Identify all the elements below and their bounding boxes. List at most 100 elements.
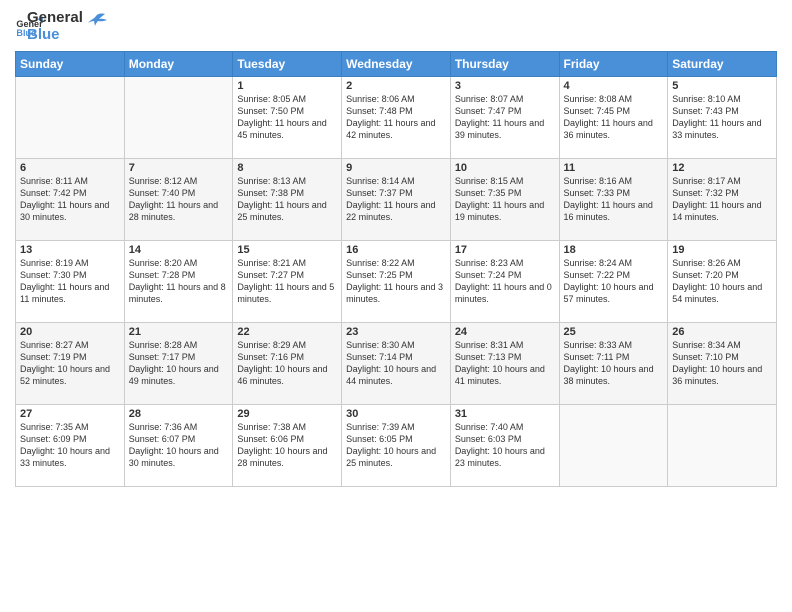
day-info: Sunrise: 8:13 AM Sunset: 7:38 PM Dayligh…	[237, 175, 337, 224]
calendar-cell: 23Sunrise: 8:30 AM Sunset: 7:14 PM Dayli…	[342, 323, 451, 405]
day-info: Sunrise: 8:08 AM Sunset: 7:45 PM Dayligh…	[564, 93, 664, 142]
day-number: 3	[455, 80, 555, 92]
day-number: 19	[672, 244, 772, 256]
day-number: 21	[129, 326, 229, 338]
day-number: 2	[346, 80, 446, 92]
day-info: Sunrise: 8:12 AM Sunset: 7:40 PM Dayligh…	[129, 175, 229, 224]
day-info: Sunrise: 8:24 AM Sunset: 7:22 PM Dayligh…	[564, 257, 664, 306]
logo-general: General	[27, 10, 83, 27]
day-info: Sunrise: 8:06 AM Sunset: 7:48 PM Dayligh…	[346, 93, 446, 142]
calendar-cell: 18Sunrise: 8:24 AM Sunset: 7:22 PM Dayli…	[559, 241, 668, 323]
calendar-cell: 4Sunrise: 8:08 AM Sunset: 7:45 PM Daylig…	[559, 77, 668, 159]
day-info: Sunrise: 8:23 AM Sunset: 7:24 PM Dayligh…	[455, 257, 555, 306]
calendar-week-1: 1Sunrise: 8:05 AM Sunset: 7:50 PM Daylig…	[16, 77, 777, 159]
calendar-cell: 9Sunrise: 8:14 AM Sunset: 7:37 PM Daylig…	[342, 159, 451, 241]
day-number: 8	[237, 162, 337, 174]
calendar-cell: 5Sunrise: 8:10 AM Sunset: 7:43 PM Daylig…	[668, 77, 777, 159]
day-number: 4	[564, 80, 664, 92]
calendar-table: SundayMondayTuesdayWednesdayThursdayFrid…	[15, 51, 777, 487]
weekday-header-sunday: Sunday	[16, 52, 125, 77]
calendar-cell: 14Sunrise: 8:20 AM Sunset: 7:28 PM Dayli…	[124, 241, 233, 323]
day-number: 28	[129, 408, 229, 420]
day-number: 5	[672, 80, 772, 92]
day-number: 11	[564, 162, 664, 174]
day-number: 14	[129, 244, 229, 256]
day-info: Sunrise: 8:07 AM Sunset: 7:47 PM Dayligh…	[455, 93, 555, 142]
day-number: 6	[20, 162, 120, 174]
weekday-header-friday: Friday	[559, 52, 668, 77]
day-number: 24	[455, 326, 555, 338]
day-info: Sunrise: 8:14 AM Sunset: 7:37 PM Dayligh…	[346, 175, 446, 224]
day-info: Sunrise: 8:17 AM Sunset: 7:32 PM Dayligh…	[672, 175, 772, 224]
calendar-cell: 2Sunrise: 8:06 AM Sunset: 7:48 PM Daylig…	[342, 77, 451, 159]
calendar-cell	[16, 77, 125, 159]
calendar-cell: 15Sunrise: 8:21 AM Sunset: 7:27 PM Dayli…	[233, 241, 342, 323]
weekday-header-monday: Monday	[124, 52, 233, 77]
day-number: 1	[237, 80, 337, 92]
calendar-cell: 8Sunrise: 8:13 AM Sunset: 7:38 PM Daylig…	[233, 159, 342, 241]
day-info: Sunrise: 8:26 AM Sunset: 7:20 PM Dayligh…	[672, 257, 772, 306]
day-number: 9	[346, 162, 446, 174]
day-number: 17	[455, 244, 555, 256]
calendar-cell	[668, 405, 777, 487]
day-number: 13	[20, 244, 120, 256]
day-info: Sunrise: 8:27 AM Sunset: 7:19 PM Dayligh…	[20, 339, 120, 388]
weekday-header-saturday: Saturday	[668, 52, 777, 77]
calendar-cell: 27Sunrise: 7:35 AM Sunset: 6:09 PM Dayli…	[16, 405, 125, 487]
day-number: 22	[237, 326, 337, 338]
day-info: Sunrise: 7:39 AM Sunset: 6:05 PM Dayligh…	[346, 421, 446, 470]
page-container: General Blue General Blue SundayMondayTu…	[0, 0, 792, 497]
day-info: Sunrise: 7:40 AM Sunset: 6:03 PM Dayligh…	[455, 421, 555, 470]
day-number: 23	[346, 326, 446, 338]
weekday-header-tuesday: Tuesday	[233, 52, 342, 77]
day-number: 16	[346, 244, 446, 256]
day-info: Sunrise: 8:05 AM Sunset: 7:50 PM Dayligh…	[237, 93, 337, 142]
calendar-cell: 6Sunrise: 8:11 AM Sunset: 7:42 PM Daylig…	[16, 159, 125, 241]
calendar-cell: 19Sunrise: 8:26 AM Sunset: 7:20 PM Dayli…	[668, 241, 777, 323]
day-info: Sunrise: 8:20 AM Sunset: 7:28 PM Dayligh…	[129, 257, 229, 306]
day-info: Sunrise: 8:34 AM Sunset: 7:10 PM Dayligh…	[672, 339, 772, 388]
day-info: Sunrise: 7:36 AM Sunset: 6:07 PM Dayligh…	[129, 421, 229, 470]
day-number: 26	[672, 326, 772, 338]
day-number: 20	[20, 326, 120, 338]
header: General Blue General Blue	[15, 10, 777, 43]
calendar-cell: 13Sunrise: 8:19 AM Sunset: 7:30 PM Dayli…	[16, 241, 125, 323]
day-info: Sunrise: 8:10 AM Sunset: 7:43 PM Dayligh…	[672, 93, 772, 142]
day-info: Sunrise: 8:30 AM Sunset: 7:14 PM Dayligh…	[346, 339, 446, 388]
weekday-header-thursday: Thursday	[450, 52, 559, 77]
calendar-week-5: 27Sunrise: 7:35 AM Sunset: 6:09 PM Dayli…	[16, 405, 777, 487]
day-info: Sunrise: 8:19 AM Sunset: 7:30 PM Dayligh…	[20, 257, 120, 306]
calendar-cell: 11Sunrise: 8:16 AM Sunset: 7:33 PM Dayli…	[559, 159, 668, 241]
day-info: Sunrise: 8:11 AM Sunset: 7:42 PM Dayligh…	[20, 175, 120, 224]
calendar-cell: 16Sunrise: 8:22 AM Sunset: 7:25 PM Dayli…	[342, 241, 451, 323]
calendar-cell: 20Sunrise: 8:27 AM Sunset: 7:19 PM Dayli…	[16, 323, 125, 405]
logo-bird-icon	[85, 12, 107, 34]
day-number: 18	[564, 244, 664, 256]
day-number: 27	[20, 408, 120, 420]
day-info: Sunrise: 7:38 AM Sunset: 6:06 PM Dayligh…	[237, 421, 337, 470]
day-info: Sunrise: 7:35 AM Sunset: 6:09 PM Dayligh…	[20, 421, 120, 470]
day-info: Sunrise: 8:16 AM Sunset: 7:33 PM Dayligh…	[564, 175, 664, 224]
day-info: Sunrise: 8:22 AM Sunset: 7:25 PM Dayligh…	[346, 257, 446, 306]
calendar-cell: 28Sunrise: 7:36 AM Sunset: 6:07 PM Dayli…	[124, 405, 233, 487]
calendar-cell: 31Sunrise: 7:40 AM Sunset: 6:03 PM Dayli…	[450, 405, 559, 487]
day-info: Sunrise: 8:15 AM Sunset: 7:35 PM Dayligh…	[455, 175, 555, 224]
calendar-cell: 3Sunrise: 8:07 AM Sunset: 7:47 PM Daylig…	[450, 77, 559, 159]
day-info: Sunrise: 8:21 AM Sunset: 7:27 PM Dayligh…	[237, 257, 337, 306]
calendar-cell: 10Sunrise: 8:15 AM Sunset: 7:35 PM Dayli…	[450, 159, 559, 241]
day-info: Sunrise: 8:29 AM Sunset: 7:16 PM Dayligh…	[237, 339, 337, 388]
day-number: 31	[455, 408, 555, 420]
calendar-cell: 17Sunrise: 8:23 AM Sunset: 7:24 PM Dayli…	[450, 241, 559, 323]
calendar-week-2: 6Sunrise: 8:11 AM Sunset: 7:42 PM Daylig…	[16, 159, 777, 241]
day-number: 15	[237, 244, 337, 256]
calendar-cell: 25Sunrise: 8:33 AM Sunset: 7:11 PM Dayli…	[559, 323, 668, 405]
logo: General Blue General Blue	[15, 10, 107, 43]
calendar-cell: 21Sunrise: 8:28 AM Sunset: 7:17 PM Dayli…	[124, 323, 233, 405]
day-info: Sunrise: 8:33 AM Sunset: 7:11 PM Dayligh…	[564, 339, 664, 388]
day-info: Sunrise: 8:28 AM Sunset: 7:17 PM Dayligh…	[129, 339, 229, 388]
calendar-cell: 22Sunrise: 8:29 AM Sunset: 7:16 PM Dayli…	[233, 323, 342, 405]
day-number: 7	[129, 162, 229, 174]
calendar-cell: 12Sunrise: 8:17 AM Sunset: 7:32 PM Dayli…	[668, 159, 777, 241]
calendar-cell: 7Sunrise: 8:12 AM Sunset: 7:40 PM Daylig…	[124, 159, 233, 241]
calendar-week-3: 13Sunrise: 8:19 AM Sunset: 7:30 PM Dayli…	[16, 241, 777, 323]
